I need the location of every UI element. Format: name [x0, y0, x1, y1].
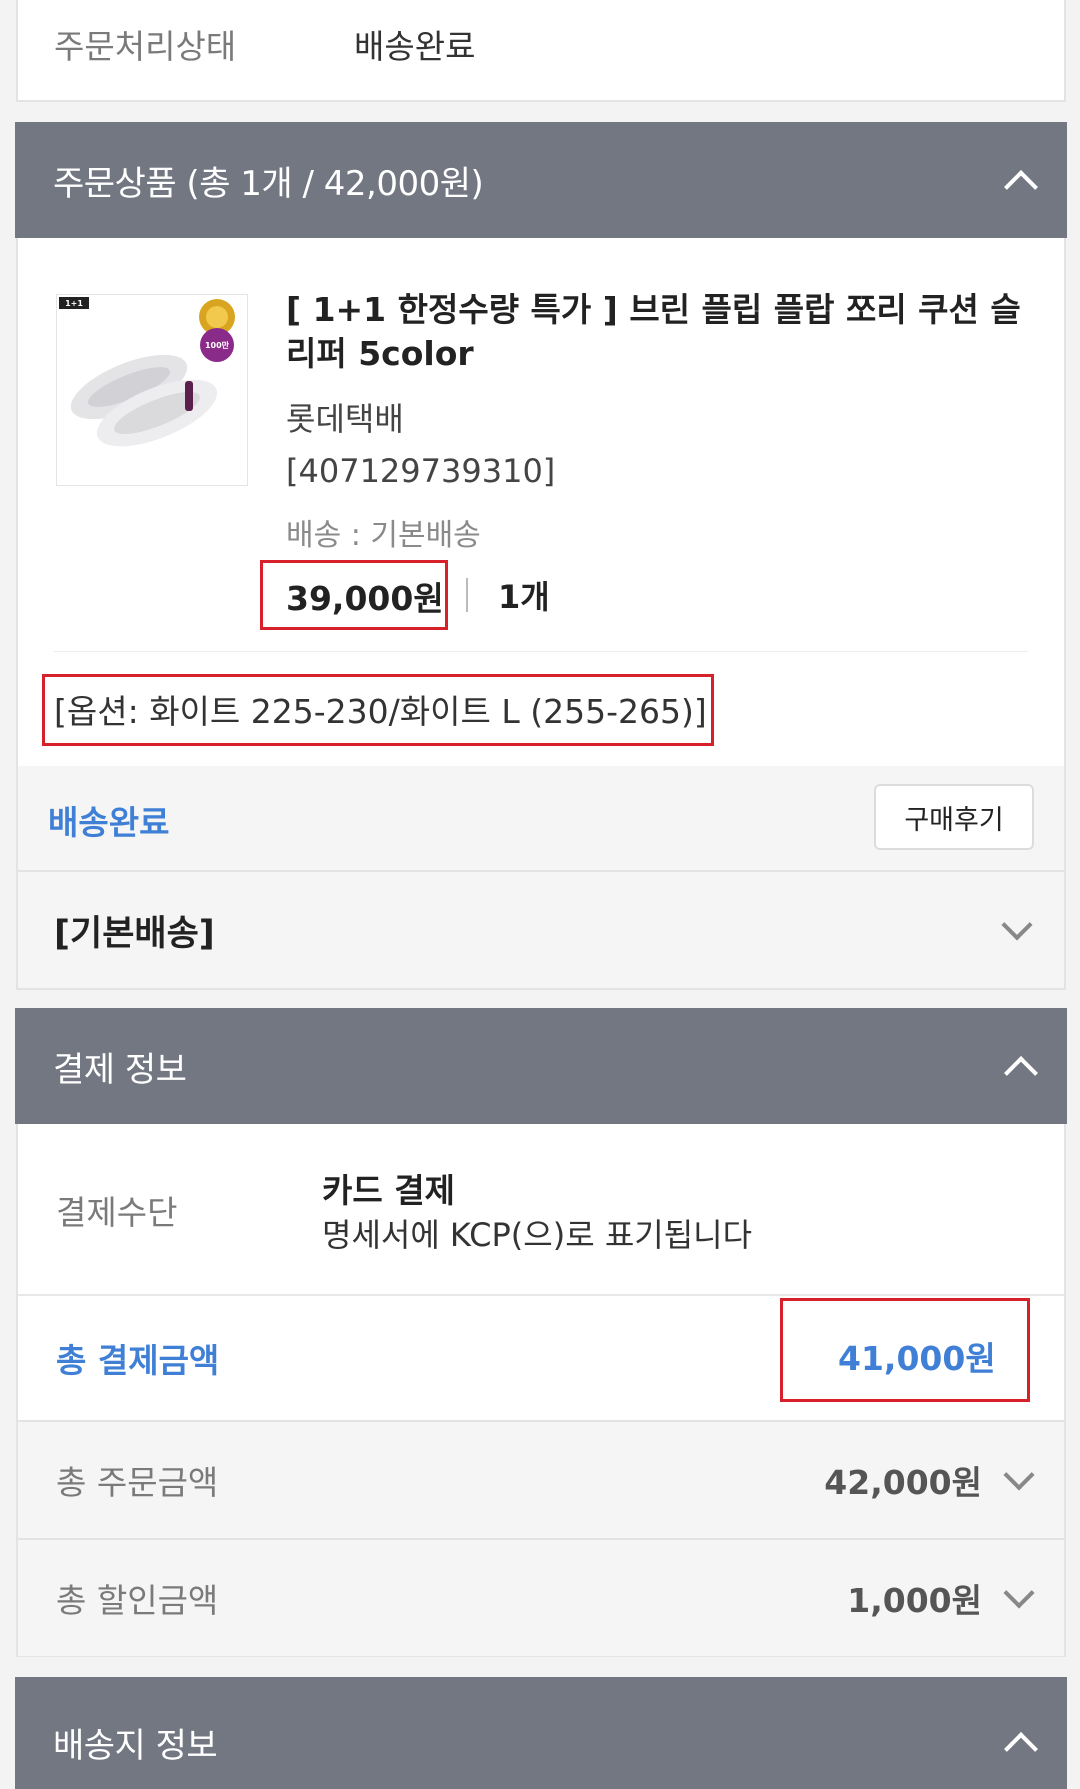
- product-quantity: 1개: [498, 578, 550, 616]
- shipping-group-row[interactable]: [기본배송]: [18, 872, 1064, 988]
- shipping-info-title: 배송지 정보: [53, 1725, 218, 1766]
- thumbnail-medal-text: 100만: [205, 340, 230, 350]
- delivery-status-row: 배송완료 구매후기: [18, 766, 1064, 872]
- discount-total-row[interactable]: 총 할인금액 1,000원: [18, 1538, 1064, 1656]
- chevron-up-icon[interactable]: [1004, 1732, 1038, 1766]
- discount-total-value: 1,000원: [847, 1581, 982, 1620]
- payment-info-title: 결제 정보: [53, 1049, 187, 1090]
- total-payment-label: 총 결제금액: [56, 1341, 220, 1380]
- product-price: 39,000원: [286, 579, 444, 618]
- order-status-value: 배송완료: [354, 27, 476, 66]
- payment-method-value: 카드 결제: [322, 1171, 455, 1210]
- chevron-down-icon[interactable]: [1003, 1577, 1035, 1609]
- payment-info-card: 결제수단 카드 결제 명세서에 KCP(으)로 표기됩니다 총 결제금액 41,…: [16, 1124, 1066, 1657]
- order-items-title: 주문상품 (총 1개 / 42,000원): [53, 163, 484, 204]
- divider: [54, 651, 1028, 652]
- tracking-number[interactable]: [407129739310]: [286, 452, 555, 490]
- shipping-method: 배송 : 기본배송: [286, 518, 481, 553]
- chevron-down-icon[interactable]: [1001, 909, 1033, 941]
- order-total-label: 총 주문금액: [56, 1463, 219, 1502]
- payment-method-label: 결제수단: [56, 1193, 178, 1232]
- shipping-group-label: [기본배송]: [54, 913, 215, 954]
- discount-total-label: 총 할인금액: [56, 1581, 219, 1620]
- order-status-card: 주문처리상태 배송완료: [16, 0, 1066, 102]
- courier-name: 롯데택배: [286, 400, 404, 438]
- chevron-up-icon[interactable]: [1004, 170, 1038, 204]
- order-items-header[interactable]: 주문상품 (총 1개 / 42,000원): [15, 122, 1067, 238]
- delivery-status-label: 배송완료: [48, 803, 170, 842]
- payment-info-header[interactable]: 결제 정보: [15, 1008, 1067, 1124]
- product-title[interactable]: [ 1+1 한정수량 특가 ] 브린 플립 플랍 쪼리 쿠션 슬리퍼 5colo…: [286, 288, 1046, 376]
- product-thumbnail[interactable]: 1+1 100만: [56, 294, 248, 486]
- thumbnail-badge: 1+1: [65, 299, 83, 308]
- write-review-button[interactable]: 구매후기: [874, 784, 1034, 850]
- payment-method-note: 명세서에 KCP(으)로 표기됩니다: [322, 1216, 753, 1254]
- chevron-up-icon[interactable]: [1004, 1056, 1038, 1090]
- order-status-label: 주문처리상태: [54, 27, 237, 66]
- order-total-row[interactable]: 총 주문금액 42,000원: [18, 1420, 1064, 1538]
- divider: [18, 1294, 1064, 1296]
- product-card: 1+1 100만 [ 1+1 한정수량 특가 ] 브린 플립 플랍 쪼리 쿠션 …: [16, 238, 1066, 990]
- total-payment-value: 41,000원: [838, 1339, 996, 1378]
- shipping-info-header[interactable]: 배송지 정보: [15, 1677, 1067, 1789]
- divider: [466, 578, 468, 612]
- chevron-down-icon[interactable]: [1003, 1459, 1035, 1491]
- sandal-image-icon: 1+1 100만: [59, 297, 235, 447]
- product-option: [옵션: 화이트 225-230/화이트 L (255-265)]: [54, 692, 707, 731]
- order-total-value: 42,000원: [824, 1463, 982, 1502]
